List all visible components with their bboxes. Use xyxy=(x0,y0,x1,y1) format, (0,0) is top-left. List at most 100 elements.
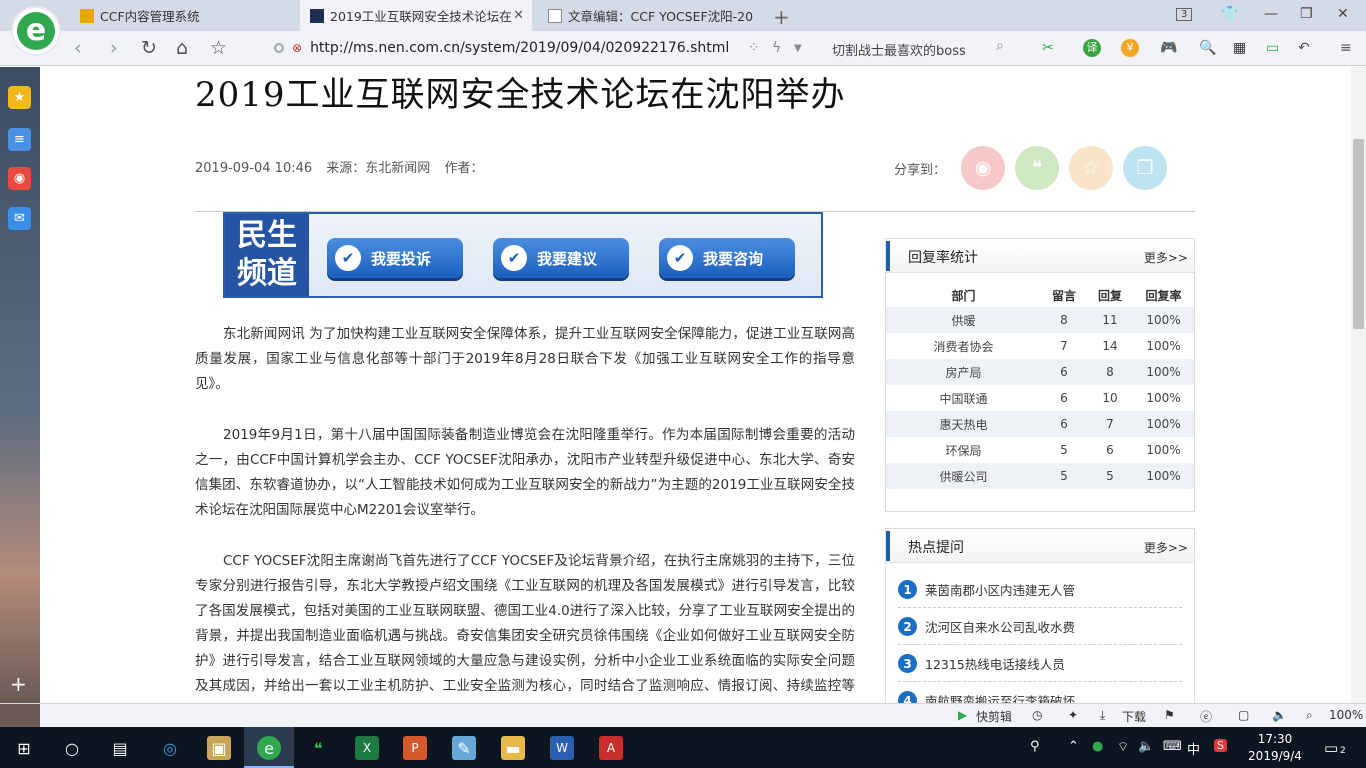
wifi-icon[interactable]: ⌔ xyxy=(1117,739,1129,755)
item-label: 12315热线电话接线人员 xyxy=(925,657,1065,672)
history-icon[interactable]: ◷ xyxy=(1032,708,1042,722)
mail-icon[interactable]: ✉ xyxy=(8,207,31,230)
chevron-down-icon[interactable]: ▼ xyxy=(794,43,802,54)
lightning-icon[interactable]: ϟ xyxy=(772,40,781,56)
maximize-icon[interactable]: ❐ xyxy=(1300,6,1313,22)
image-viewer-icon[interactable]: ▣ xyxy=(207,736,231,760)
hot-question-item[interactable]: 4 南航野蛮搬运至行李箱破坏 xyxy=(898,683,1182,703)
favorites-icon[interactable]: ★ xyxy=(8,86,31,109)
add-sidebar-icon[interactable]: + xyxy=(10,672,27,696)
tab-article-edit[interactable]: 文章编辑：CCF YOCSEF沈阳-20 xyxy=(538,0,766,31)
file-explorer-icon[interactable]: ▬ xyxy=(501,736,525,760)
download-icon: ⤓ xyxy=(1100,708,1106,722)
more-link[interactable]: 更多>> xyxy=(1144,249,1188,266)
apps-icon[interactable]: ▦ xyxy=(1233,40,1246,56)
table-cell: 100% xyxy=(1133,359,1194,385)
word-icon[interactable]: W xyxy=(550,736,574,760)
notification-icon[interactable]: ▭ xyxy=(1324,739,1338,757)
favorite-icon[interactable]: ☆ xyxy=(1069,146,1113,190)
search-icon[interactable]: ⌕ xyxy=(996,38,1004,54)
speaker-icon[interactable]: 🔈 xyxy=(1272,708,1287,722)
battery-icon[interactable]: ▭ xyxy=(1266,40,1279,56)
system-clock[interactable]: 17:30 2019/9/4 xyxy=(1245,731,1305,765)
panel-header: 回复率统计 更多>> xyxy=(886,239,1194,273)
notes-icon[interactable]: ≡ xyxy=(8,128,31,151)
menu-icon[interactable]: ≡ xyxy=(1340,40,1352,56)
search-suggestion[interactable]: 切割战士最喜欢的boss xyxy=(832,40,966,59)
pdf-icon[interactable]: A xyxy=(599,736,623,760)
pin-icon[interactable]: ✦ xyxy=(1068,708,1078,722)
browser-icon[interactable]: e xyxy=(257,736,281,760)
minsheng-channel-banner[interactable]: 民生 频道 ✔ 我要投诉 ✔ 我要建议 ✔ 我要咨询 xyxy=(223,212,823,298)
table-cell: 100% xyxy=(1133,463,1194,489)
zoom-icon[interactable]: ⌕ xyxy=(1306,708,1313,723)
search-icon[interactable]: ○ xyxy=(60,736,84,760)
hot-question-item[interactable]: 1 莱茵南郡小区内违建无人管 xyxy=(898,572,1182,608)
browser-logo[interactable]: e xyxy=(11,6,61,56)
task-view-icon[interactable]: ▤ xyxy=(108,736,132,760)
back-icon[interactable]: ‹ xyxy=(74,37,82,59)
minimize-icon[interactable]: — xyxy=(1264,6,1278,22)
weibo-icon[interactable]: ◉ xyxy=(961,146,1005,190)
skin-icon[interactable]: 👕 xyxy=(1221,6,1238,22)
forward-icon[interactable]: › xyxy=(110,37,118,59)
url-bar[interactable]: ⊗ http://ms.nen.com.cn/system/2019/09/04… xyxy=(268,35,818,61)
new-tab-icon[interactable]: + xyxy=(773,5,790,29)
tab-title: 2019工业互联网安全技术论坛在 xyxy=(330,9,512,24)
download-button[interactable]: 下载 xyxy=(1122,708,1146,725)
hot-question-item[interactable]: 2 沈河区自来水公司乱收水费 xyxy=(898,609,1182,645)
page-scrollbar[interactable] xyxy=(1351,67,1366,703)
sogou-icon[interactable]: S xyxy=(1214,739,1227,752)
close-window-icon[interactable]: ✕ xyxy=(1337,6,1349,22)
hot-question-item[interactable]: 3 12315热线电话接线人员 xyxy=(898,646,1182,682)
grid-icon[interactable]: ⁘ xyxy=(748,40,760,56)
close-tab-icon[interactable]: ✕ xyxy=(513,8,524,23)
copy-icon[interactable]: ❐ xyxy=(1123,146,1167,190)
notes-app-icon[interactable]: ✎ xyxy=(452,736,476,760)
ie-mode-icon[interactable]: ⓔ xyxy=(1200,708,1212,725)
keyboard-icon[interactable]: ⌨ xyxy=(1163,739,1182,754)
screenshot-icon[interactable]: ▢ xyxy=(1238,708,1249,722)
header-accent xyxy=(886,531,890,561)
powerpoint-icon[interactable]: P xyxy=(403,736,427,760)
scrollbar-thumb[interactable] xyxy=(1353,139,1364,329)
table-cell: 5 xyxy=(1087,463,1133,489)
consult-button[interactable]: ✔ 我要咨询 xyxy=(659,238,795,278)
table-cell: 供暖 xyxy=(886,307,1041,333)
scissors-icon[interactable]: ✂ xyxy=(1042,40,1054,56)
translate-icon[interactable]: 译 xyxy=(1083,39,1101,57)
chevron-up-icon[interactable]: ⌃ xyxy=(1068,739,1079,754)
more-link[interactable]: 更多>> xyxy=(1144,539,1188,556)
quick-clip-button[interactable]: 快剪辑 xyxy=(976,708,1012,725)
tab-article[interactable]: 2019工业互联网安全技术论坛在 ✕ xyxy=(300,0,532,31)
button-label: 我要建议 xyxy=(537,249,598,268)
excel-icon[interactable]: X xyxy=(355,736,379,760)
tab-ccf-cms[interactable]: CCF内容管理系统 xyxy=(70,0,300,31)
suggestion-button[interactable]: ✔ 我要建议 xyxy=(493,238,629,278)
start-icon[interactable]: ⊞ xyxy=(12,736,36,760)
table-cell: 100% xyxy=(1133,411,1194,437)
browser-search-icon[interactable]: ◎ xyxy=(158,736,182,760)
insecure-icon[interactable]: ⊗ xyxy=(292,41,302,55)
table-cell: 6 xyxy=(1060,391,1068,405)
bookmark-star-icon[interactable]: ☆ xyxy=(210,37,227,59)
security-icon[interactable]: ● xyxy=(1092,739,1103,754)
person-icon[interactable]: ⚲ xyxy=(1030,739,1040,754)
refresh-icon[interactable]: ↻ xyxy=(141,37,157,59)
volume-icon[interactable]: 🔈 xyxy=(1138,739,1154,754)
home-icon[interactable]: ⌂ xyxy=(176,37,188,59)
coupon-icon[interactable]: ¥ xyxy=(1121,39,1139,57)
gamepad-icon[interactable]: 🎮 xyxy=(1160,40,1177,56)
magnifier-icon[interactable]: 🔍 xyxy=(1199,40,1216,56)
wechat-icon[interactable]: ❝ xyxy=(1015,146,1059,190)
weibo-icon[interactable]: ◉ xyxy=(8,167,31,190)
tab-count-badge[interactable]: 3 xyxy=(1176,8,1193,21)
wechat-icon[interactable]: ❝ xyxy=(306,736,330,760)
ime-indicator[interactable]: 中 xyxy=(1187,739,1200,758)
complaint-button[interactable]: ✔ 我要投诉 xyxy=(327,238,463,278)
flag-icon[interactable]: ⚑ xyxy=(1164,708,1175,722)
zoom-level[interactable]: 100% xyxy=(1329,708,1363,722)
article-paragraph: CCF YOCSEF沈阳主席谢尚飞首先进行了CCF YOCSEF及论坛背景介绍，… xyxy=(195,553,855,694)
browser-tab-bar: CCF内容管理系统 2019工业互联网安全技术论坛在 ✕ 文章编辑：CCF YO… xyxy=(0,0,1366,31)
undo-icon[interactable]: ↶ xyxy=(1298,40,1310,56)
